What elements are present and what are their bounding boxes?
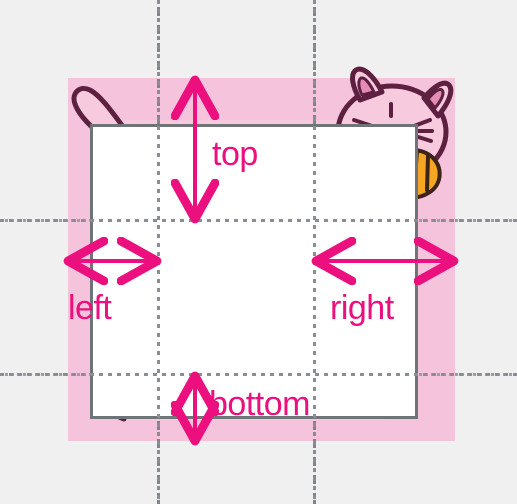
label-left: left: [68, 289, 112, 327]
measurement-arrows: [0, 0, 517, 504]
label-bottom: bottom: [209, 385, 310, 423]
diagram-canvas: top left right bottom: [0, 0, 517, 504]
label-top: top: [212, 135, 258, 173]
label-right: right: [330, 289, 394, 327]
